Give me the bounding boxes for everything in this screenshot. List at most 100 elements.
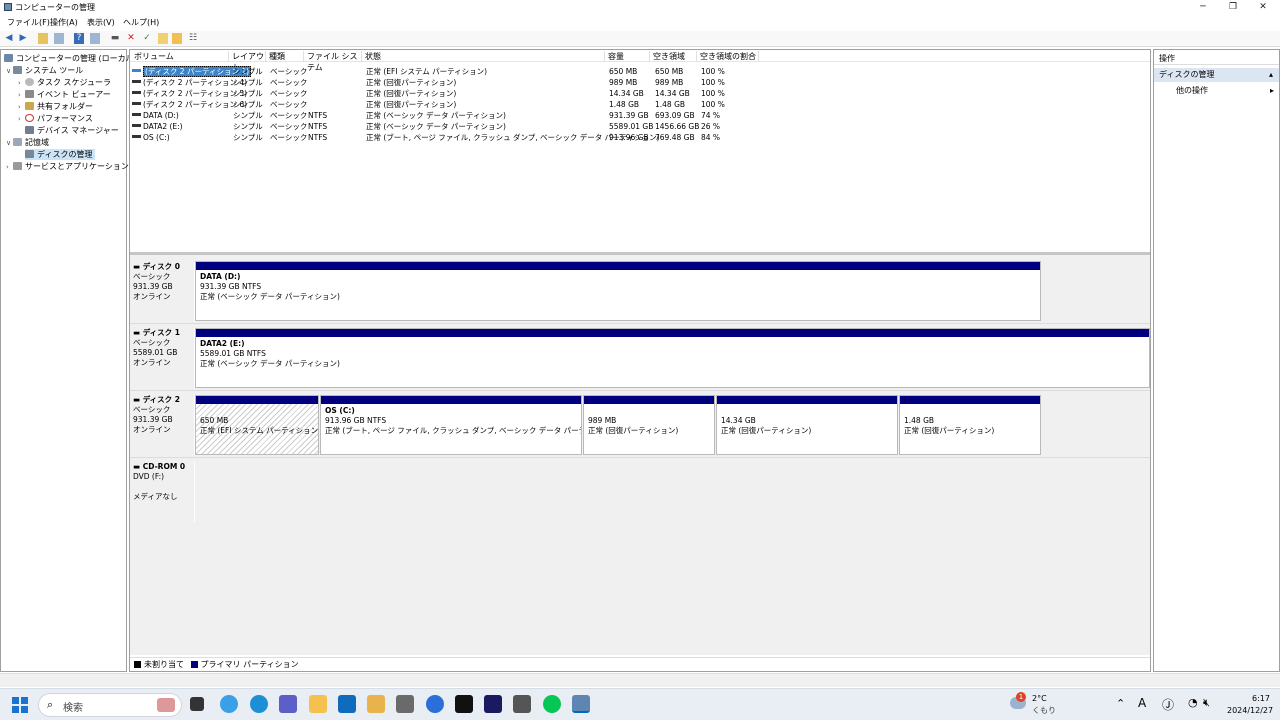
search-folder-icon[interactable] bbox=[172, 33, 182, 44]
chevron-right-icon[interactable]: › bbox=[18, 102, 25, 113]
tree-item-root[interactable]: コンピューターの管理 (ローカル) bbox=[4, 53, 137, 64]
console-icon[interactable] bbox=[90, 33, 100, 44]
tree-item-storage[interactable]: ∨ 記憶域 bbox=[6, 137, 49, 148]
submenu-arrow-icon: ▸ bbox=[1269, 86, 1274, 95]
tree-item-device-manager[interactable]: デバイス マネージャー bbox=[18, 125, 119, 136]
partition-recovery-5[interactable]: 14.34 GB 正常 (回復パーティション) bbox=[716, 395, 898, 455]
chevron-down-icon[interactable]: ∨ bbox=[6, 138, 13, 149]
partition-recovery-6[interactable]: 1.48 GB 正常 (回復パーティション) bbox=[899, 395, 1041, 455]
show-hide-tree-icon[interactable] bbox=[54, 33, 64, 44]
chevron-right-icon[interactable]: › bbox=[18, 114, 25, 125]
help-icon[interactable]: ? bbox=[74, 33, 84, 44]
table-row[interactable]: DATA2 (E:) シンプル ベーシック NTFS 正常 (ベーシック データ パー… bbox=[130, 121, 770, 132]
minimize-button[interactable]: ─ bbox=[1188, 0, 1218, 15]
other-actions-item[interactable]: 他の操作 ▸ bbox=[1154, 85, 1279, 97]
col-layout[interactable]: レイアウト bbox=[229, 51, 266, 72]
menu-bar: ファイル(F) 操作(A) 表示(V) ヘルプ(H) bbox=[0, 15, 1280, 29]
ime-indicator[interactable]: A bbox=[1138, 696, 1146, 710]
actions-section-disk-management[interactable]: ディスクの管理 ▴ bbox=[1154, 68, 1279, 82]
table-row[interactable]: OS (C:) シンプル ベーシック NTFS 正常 (ブート, ページ ファイル, … bbox=[130, 132, 770, 143]
console-tree: コンピューターの管理 (ローカル) ∨ システム ツール › タスク スケジューラ … bbox=[0, 49, 137, 672]
app-icon-4[interactable] bbox=[513, 695, 531, 713]
ime-mode-icon[interactable]: Ⓙ bbox=[1162, 696, 1174, 713]
disk-label[interactable]: ▬ ディスク 0 ベーシック 931.39 GB オンライン bbox=[133, 262, 195, 322]
weather-text[interactable]: くもり bbox=[1032, 705, 1056, 716]
performance-icon bbox=[25, 114, 34, 122]
media-player-icon[interactable] bbox=[455, 695, 473, 713]
app-icon-1[interactable] bbox=[367, 695, 385, 713]
cdrom-label[interactable]: ▬ CD-ROM 0 DVD (F:) メディアなし bbox=[133, 462, 195, 522]
clock-date[interactable]: 2024/12/27 bbox=[1227, 706, 1273, 715]
col-status[interactable]: 状態 bbox=[362, 51, 605, 62]
weather-temp[interactable]: 2°C bbox=[1032, 694, 1047, 703]
col-volume[interactable]: ボリューム bbox=[131, 51, 229, 62]
forward-icon[interactable]: ▶ bbox=[18, 33, 28, 44]
chevron-right-icon[interactable]: › bbox=[18, 78, 25, 89]
tree-item-disk-management[interactable]: ディスクの管理 bbox=[25, 149, 96, 160]
wifi-icon[interactable]: ◔ bbox=[1188, 696, 1198, 709]
jw-cad-icon[interactable] bbox=[484, 695, 502, 713]
volume-icon bbox=[132, 80, 141, 83]
disk-label[interactable]: ▬ ディスク 1 ベーシック 5589.01 GB オンライン bbox=[133, 328, 195, 388]
chevron-right-icon[interactable]: › bbox=[18, 90, 25, 101]
col-capacity[interactable]: 容量 bbox=[605, 51, 650, 62]
tree-item-shared-folders[interactable]: › 共有フォルダー bbox=[18, 101, 93, 112]
list-view-icon[interactable]: ☷ bbox=[188, 33, 198, 44]
disk-row: ▬ ディスク 2 ベーシック 931.39 GB オンライン 650 MB 正常 … bbox=[130, 392, 1150, 458]
col-free-percent[interactable]: 空き領域の割合 bbox=[697, 51, 759, 62]
teams-icon[interactable] bbox=[279, 695, 297, 713]
col-type[interactable]: 種類 bbox=[266, 51, 304, 62]
task-view-icon[interactable] bbox=[190, 697, 204, 711]
menu-file[interactable]: ファイル(F) bbox=[7, 17, 50, 28]
app-icon-2[interactable] bbox=[396, 695, 414, 713]
disk-management-pane: ボリューム レイアウト 種類 ファイル システム 状態 容量 空き領域 空き領域… bbox=[129, 49, 1151, 672]
start-button[interactable] bbox=[12, 697, 28, 713]
partition-efi[interactable]: 650 MB 正常 (EFI システム パーティション) bbox=[195, 395, 319, 455]
speaker-muted-icon[interactable]: 🔇︎ bbox=[1203, 696, 1210, 710]
delete-icon[interactable]: ✕ bbox=[126, 33, 136, 44]
volume-icon bbox=[132, 135, 141, 138]
tree-item-services-apps[interactable]: › サービスとアプリケーション bbox=[6, 161, 129, 172]
line-icon[interactable] bbox=[543, 695, 561, 713]
tree-item-performance[interactable]: › パフォーマンス bbox=[18, 113, 93, 124]
chevron-right-icon[interactable]: › bbox=[6, 162, 13, 173]
copilot-icon[interactable] bbox=[220, 695, 238, 713]
menu-action[interactable]: 操作(A) bbox=[50, 17, 78, 28]
explorer-icon[interactable] bbox=[309, 695, 327, 713]
maximize-button[interactable]: ❐ bbox=[1218, 0, 1248, 15]
tree-item-system-tools[interactable]: ∨ システム ツール bbox=[6, 65, 83, 76]
partition-recovery-4[interactable]: 989 MB 正常 (回復パーティション) bbox=[583, 395, 715, 455]
back-icon[interactable]: ◀ bbox=[4, 33, 14, 44]
table-row[interactable]: (ディスク 2 パーティション 1) シンプル ベーシック 正常 (EFI システム… bbox=[130, 66, 770, 77]
table-row[interactable]: (ディスク 2 パーティション 4) シンプル ベーシック 正常 (回復パーティショ… bbox=[130, 77, 770, 88]
disk-row: ▬ ディスク 1 ベーシック 5589.01 GB オンライン DATA2 (E… bbox=[130, 325, 1150, 391]
taskbar-search[interactable]: ⌕ 検索 bbox=[38, 693, 182, 717]
properties-icon[interactable] bbox=[158, 33, 168, 44]
check-icon[interactable]: ✓ bbox=[142, 33, 152, 44]
clock-time[interactable]: 6:17 bbox=[1252, 694, 1270, 703]
col-filesystem[interactable]: ファイル システム bbox=[304, 51, 362, 72]
computer-management-taskbar-icon[interactable] bbox=[572, 695, 590, 713]
menu-view[interactable]: 表示(V) bbox=[87, 17, 115, 28]
up-folder-icon[interactable] bbox=[38, 33, 48, 44]
chevron-down-icon[interactable]: ∨ bbox=[6, 66, 13, 77]
menu-help[interactable]: ヘルプ(H) bbox=[123, 17, 159, 28]
app-icon-3[interactable] bbox=[426, 695, 444, 713]
table-row[interactable]: DATA (D:) シンプル ベーシック NTFS 正常 (ベーシック データ パーテ… bbox=[130, 110, 770, 121]
partition-bar bbox=[717, 396, 897, 404]
connect-icon[interactable]: ▬ bbox=[110, 33, 120, 44]
partition-data-d[interactable]: DATA (D:) 931.39 GB NTFS 正常 (ベーシック データ パーテ… bbox=[195, 261, 1041, 321]
outlook-icon[interactable] bbox=[338, 695, 356, 713]
col-free[interactable]: 空き領域 bbox=[650, 51, 697, 62]
chevron-up-icon[interactable]: ⌃ bbox=[1116, 697, 1125, 710]
close-button[interactable]: ✕ bbox=[1248, 0, 1278, 15]
table-row[interactable]: (ディスク 2 パーティション 5) シンプル ベーシック 正常 (回復パーティショ… bbox=[130, 88, 770, 99]
partition-os-c[interactable]: OS (C:) 913.96 GB NTFS 正常 (ブート, ページ ファイル, … bbox=[320, 395, 582, 455]
partition-data2-e[interactable]: DATA2 (E:) 5589.01 GB NTFS 正常 (ベーシック データ パ… bbox=[195, 328, 1150, 388]
disk-label[interactable]: ▬ ディスク 2 ベーシック 931.39 GB オンライン bbox=[133, 395, 195, 455]
edge-icon[interactable] bbox=[250, 695, 268, 713]
collapse-up-icon[interactable]: ▴ bbox=[1269, 68, 1273, 82]
table-row[interactable]: (ディスク 2 パーティション 6) シンプル ベーシック 正常 (回復パーティショ… bbox=[130, 99, 770, 110]
tree-item-event-viewer[interactable]: › イベント ビューアー bbox=[18, 89, 111, 100]
tree-item-task-scheduler[interactable]: › タスク スケジューラ bbox=[18, 77, 111, 88]
